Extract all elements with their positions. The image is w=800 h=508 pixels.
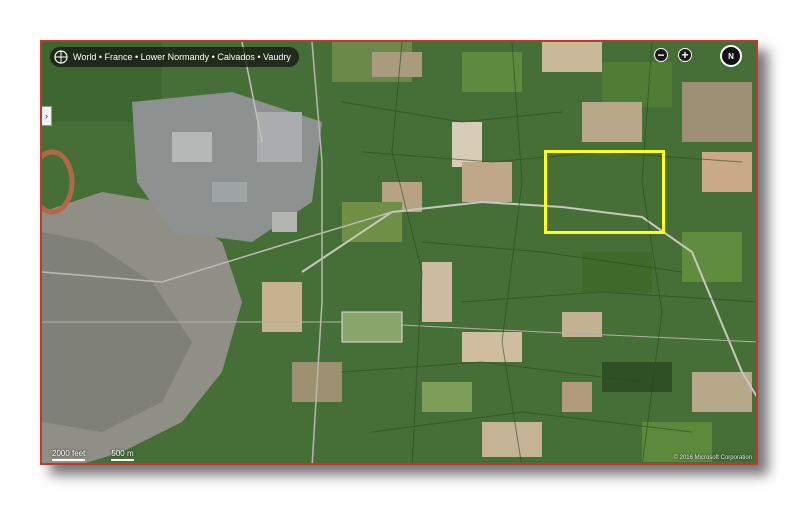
breadcrumb[interactable]: World • France • Lower Normandy • Calvad… [50, 47, 299, 67]
map-frame[interactable]: World • France • Lower Normandy • Calvad… [40, 40, 758, 465]
globe-icon[interactable] [54, 50, 68, 64]
zoom-in-button[interactable]: + [678, 48, 692, 62]
zoom-out-button[interactable]: − [654, 48, 668, 62]
copyright-text: © 2016 Microsoft Corporation [673, 455, 752, 461]
scale-bar: 2000 feet 500 m [52, 449, 134, 461]
highlight-rectangle [544, 150, 665, 234]
compass-icon[interactable]: N [720, 45, 742, 67]
sidebar-toggle-button[interactable]: › [42, 106, 52, 126]
scale-feet: 2000 feet [52, 449, 86, 461]
scale-meters: 500 m [111, 449, 134, 461]
breadcrumb-text[interactable]: World • France • Lower Normandy • Calvad… [73, 52, 291, 62]
satellite-map[interactable] [42, 42, 758, 465]
